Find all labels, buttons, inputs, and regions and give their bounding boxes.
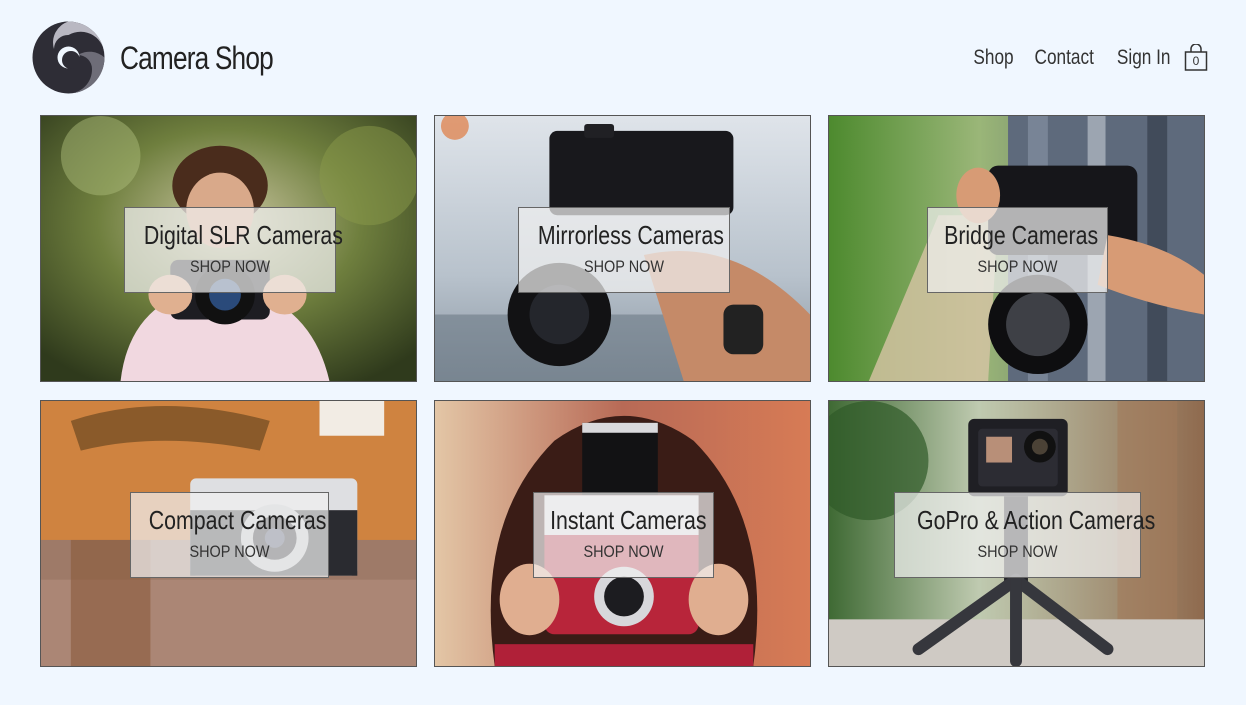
brand-name[interactable]: Camera Shop [120, 40, 274, 77]
category-overlay: Mirrorless Cameras SHOP NOW [518, 207, 730, 293]
category-overlay: Digital SLR Cameras SHOP NOW [124, 207, 343, 293]
category-title[interactable]: Compact Cameras [149, 505, 327, 536]
shop-now-button[interactable]: SHOP NOW [535, 257, 714, 277]
nav-sign-in-link[interactable]: Sign In [1116, 46, 1170, 70]
category-card-compact[interactable]: Compact Cameras SHOP NOW [40, 400, 417, 667]
cart-count: 0 [1192, 54, 1200, 68]
main-nav: Shop Contact Sign In 0 [959, 44, 1208, 72]
category-title[interactable]: Digital SLR Cameras [144, 220, 343, 251]
category-card-bridge[interactable]: Bridge Cameras SHOP NOW [828, 115, 1205, 382]
site-header: Camera Shop Shop Contact Sign In 0 [0, 0, 1246, 110]
shop-now-button[interactable]: SHOP NOW [141, 257, 320, 277]
category-overlay: Instant Cameras SHOP NOW [533, 492, 714, 578]
shop-now-button[interactable]: SHOP NOW [146, 542, 313, 562]
category-card-digital-slr[interactable]: Digital SLR Cameras SHOP NOW [40, 115, 417, 382]
category-title[interactable]: Mirrorless Cameras [538, 220, 724, 251]
category-card-gopro[interactable]: GoPro & Action Cameras SHOP NOW [828, 400, 1205, 667]
camera-shop-logo-icon[interactable] [32, 21, 105, 94]
shop-now-button[interactable]: SHOP NOW [913, 542, 1121, 562]
category-overlay: Compact Cameras SHOP NOW [130, 492, 329, 578]
category-title[interactable]: Bridge Cameras [944, 220, 1098, 251]
shop-now-button[interactable]: SHOP NOW [941, 257, 1093, 277]
nav-contact-link[interactable]: Contact [1035, 46, 1094, 70]
shop-now-button[interactable]: SHOP NOW [547, 542, 699, 562]
nav-shop-link[interactable]: Shop [974, 46, 1014, 70]
cart-button[interactable]: 0 [1184, 44, 1208, 72]
category-card-mirrorless[interactable]: Mirrorless Cameras SHOP NOW [434, 115, 811, 382]
category-overlay: GoPro & Action Cameras SHOP NOW [894, 492, 1155, 578]
category-overlay: Bridge Cameras SHOP NOW [927, 207, 1108, 293]
category-card-instant[interactable]: Instant Cameras SHOP NOW [434, 400, 811, 667]
category-title[interactable]: Instant Cameras [550, 505, 706, 536]
category-title[interactable]: GoPro & Action Cameras [917, 505, 1155, 536]
